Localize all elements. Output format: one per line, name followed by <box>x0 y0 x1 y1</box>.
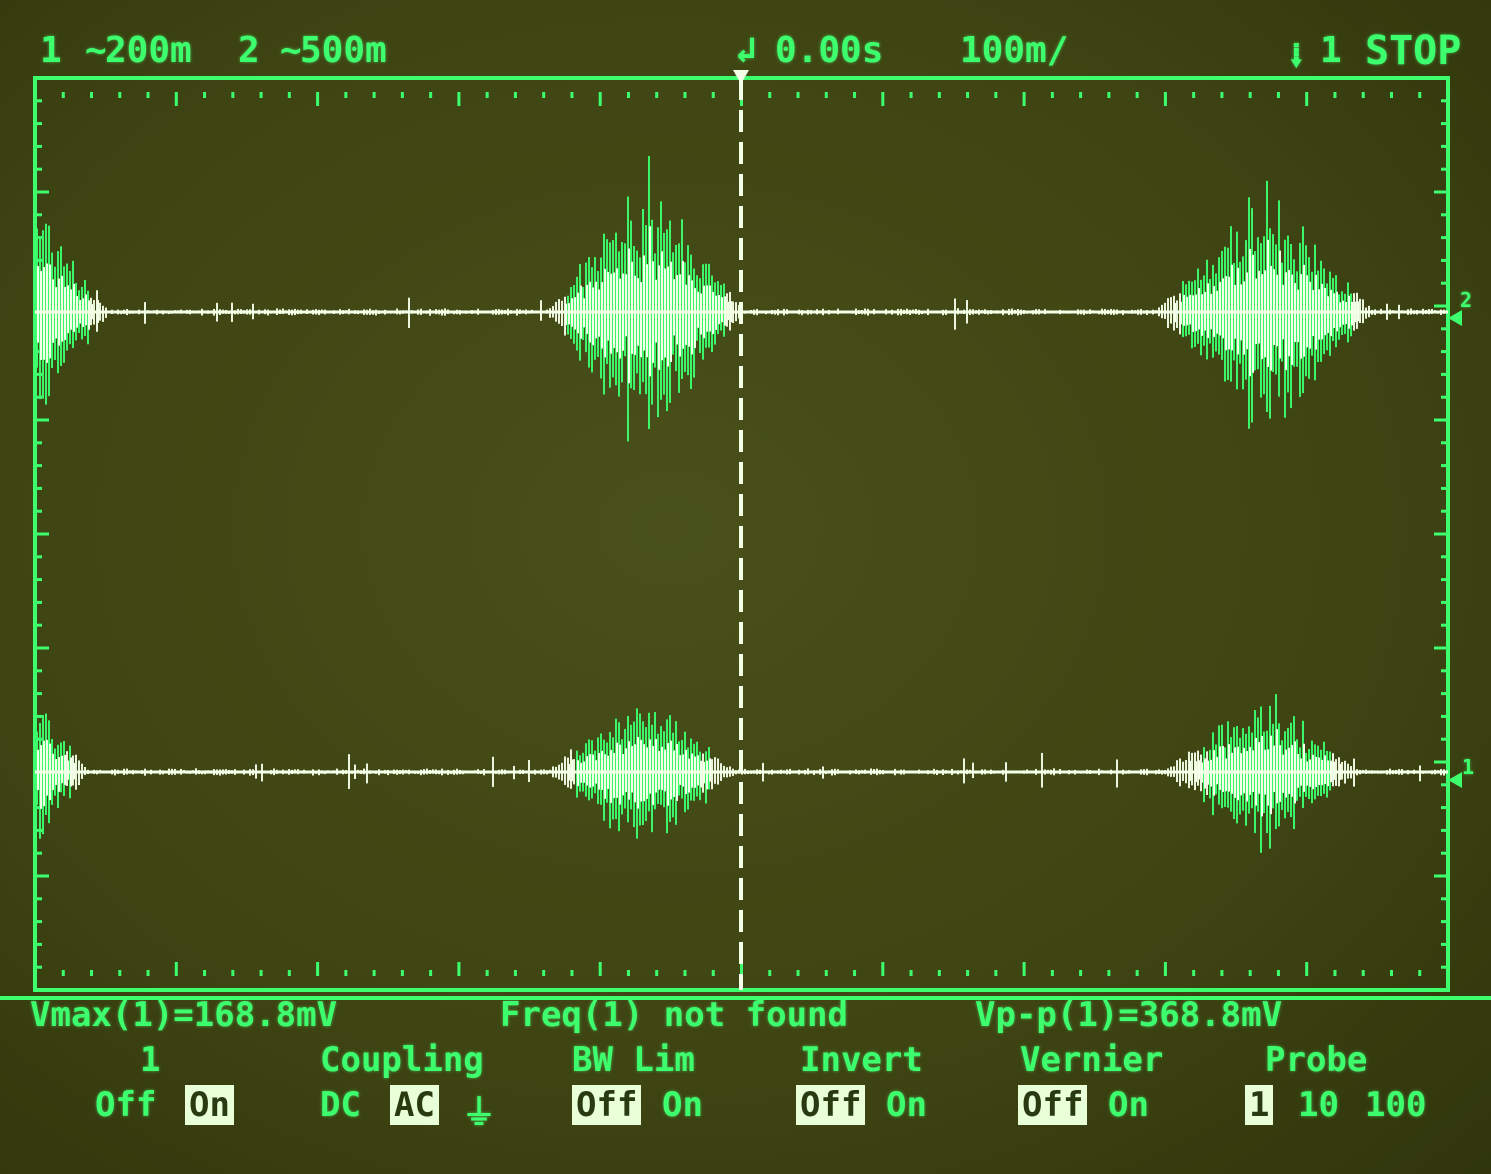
run-state[interactable]: STOP <box>1365 28 1461 74</box>
ch2-label[interactable]: 2 <box>238 30 260 71</box>
menu-invert-on[interactable]: On <box>886 1085 927 1125</box>
menu-probe-x100[interactable]: 100 <box>1365 1085 1426 1125</box>
ch1-ground-marker: 1 <box>1462 755 1475 779</box>
menu-vernier-off[interactable]: Off <box>1018 1085 1088 1125</box>
menu-bwlim-on[interactable]: On <box>662 1085 703 1125</box>
ch2-ground-arrow-icon <box>1448 310 1462 326</box>
menu-bwlim-off[interactable]: Off <box>572 1085 642 1125</box>
trigger-source[interactable]: 1 <box>1320 30 1342 71</box>
menu-channel-on[interactable]: On <box>185 1085 234 1125</box>
menu-coupling-ac[interactable]: AC <box>390 1085 439 1125</box>
menu-probe-title: Probe <box>1265 1040 1368 1080</box>
ground-icon[interactable]: ⏚ <box>462 1085 496 1134</box>
ch2-scale[interactable]: 500m <box>300 30 387 71</box>
ch2-ground-marker: 2 <box>1460 288 1473 312</box>
measurement-vpp: Vp-p(1)=368.8mV <box>975 995 1283 1035</box>
ch1-coupling-icon: ~ <box>85 30 107 71</box>
menu-coupling-dc[interactable]: DC <box>320 1085 361 1125</box>
menu-vernier-title: Vernier <box>1020 1040 1164 1080</box>
trigger-delay[interactable]: 0.00s <box>775 30 883 71</box>
menu-coupling-title: Coupling <box>320 1040 484 1080</box>
menu-probe-x10[interactable]: 10 <box>1298 1085 1339 1125</box>
menu-vernier-on[interactable]: On <box>1108 1085 1149 1125</box>
measurement-vmax: Vmax(1)=168.8mV <box>30 995 338 1035</box>
menu-probe-x1[interactable]: 1 <box>1245 1085 1274 1125</box>
measurement-freq: Freq(1) not found <box>500 995 848 1035</box>
menu-bwlim-title: BW Lim <box>572 1040 695 1080</box>
timebase[interactable]: 100m/ <box>960 30 1068 71</box>
ch1-ground-arrow-icon <box>1448 772 1462 788</box>
menu-invert-title: Invert <box>800 1040 923 1080</box>
menu-channel-off[interactable]: Off <box>95 1085 156 1125</box>
menu-channel-title: 1 <box>140 1040 161 1080</box>
ch1-label[interactable]: 1 <box>40 30 62 71</box>
trigger-slope-icon: ⭭ <box>1290 36 1303 77</box>
ch1-scale[interactable]: 200m <box>105 30 192 71</box>
ch2-coupling-icon: ~ <box>280 30 302 71</box>
oscilloscope-screen: 1 ~ 200m 2 ~ 500m ↲ 0.00s 100m/ ⭭ 1 STOP… <box>0 0 1491 1174</box>
trigger-position-icon: ↲ <box>735 30 757 71</box>
menu-invert-off[interactable]: Off <box>796 1085 866 1125</box>
